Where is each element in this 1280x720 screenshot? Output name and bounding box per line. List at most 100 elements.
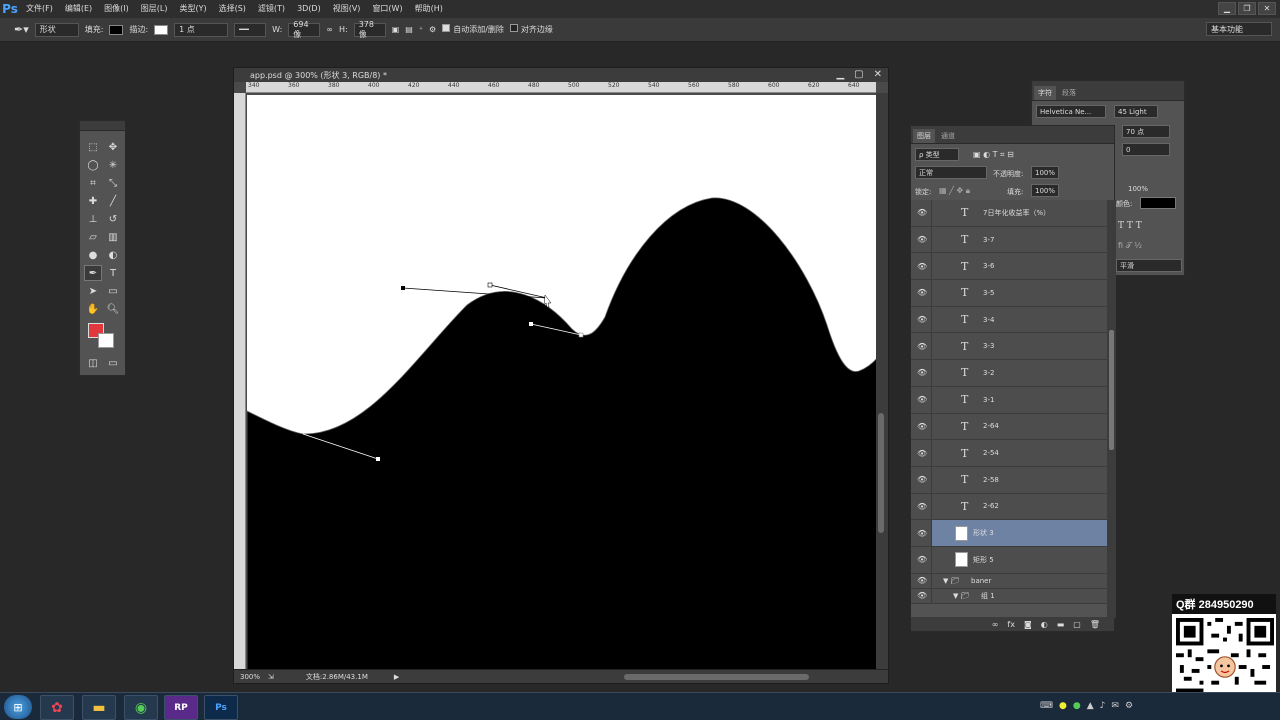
- stroke-type-select[interactable]: ━━: [234, 22, 267, 37]
- quick-mask-icon[interactable]: ◫: [84, 355, 102, 371]
- shape-path-drawing[interactable]: [247, 95, 878, 670]
- eye-icon[interactable]: 👁︎: [917, 342, 927, 351]
- tray-app-icon[interactable]: ⚙: [1125, 701, 1133, 711]
- menu-select[interactable]: 选择(S): [213, 0, 252, 18]
- browser-icon[interactable]: ◉: [124, 695, 158, 720]
- canvas[interactable]: [247, 95, 878, 670]
- menu-filter[interactable]: 滤镜(T): [252, 0, 291, 18]
- path-alignment-icon[interactable]: ▤: [405, 25, 413, 34]
- marquee-tool-icon[interactable]: ⬚: [84, 139, 102, 155]
- tab-paragraph[interactable]: 段落: [1058, 86, 1080, 100]
- start-button-icon[interactable]: ⊞: [4, 695, 32, 719]
- photoshop-taskbar-icon[interactable]: Ps: [204, 695, 238, 720]
- fx-icon[interactable]: fx: [1007, 620, 1015, 629]
- group-expand-icon[interactable]: ▼ 📁︎: [943, 577, 960, 585]
- zoom-level[interactable]: 300%: [240, 673, 260, 681]
- eye-icon[interactable]: 👁︎: [917, 262, 927, 271]
- scroll-thumb[interactable]: [1109, 330, 1114, 450]
- leading-field[interactable]: 70 点: [1122, 125, 1170, 138]
- file-explorer-icon[interactable]: ▬: [82, 695, 116, 720]
- dodge-tool-icon[interactable]: ◐: [104, 247, 122, 263]
- lasso-tool-icon[interactable]: ◯: [84, 157, 102, 173]
- tab-channels[interactable]: 通道: [937, 129, 959, 143]
- background-color-swatch[interactable]: [98, 333, 114, 348]
- workspace-select[interactable]: 基本功能: [1206, 22, 1272, 36]
- eye-icon[interactable]: 👁︎: [917, 315, 927, 324]
- menu-help[interactable]: 帮助(H): [409, 0, 449, 18]
- layer-group-row[interactable]: 👁︎ ▼ 📁︎ 组 1: [911, 588, 1107, 604]
- layer-row[interactable]: 👁︎ T 3-3: [911, 333, 1107, 361]
- scroll-thumb[interactable]: [878, 413, 884, 533]
- layer-row[interactable]: 👁︎ T 7日年化收益率（%）: [911, 200, 1107, 227]
- layer-row[interactable]: 👁︎ 矩形 5: [911, 546, 1107, 574]
- hand-tool-icon[interactable]: ✋: [84, 301, 102, 317]
- screen-mode-icon[interactable]: ▭: [104, 355, 122, 371]
- layer-filter-icons[interactable]: ▣ ◐ T ⌗ ⊟: [973, 150, 1014, 160]
- layer-row[interactable]: 👁︎ T 3-5: [911, 280, 1107, 307]
- eye-icon[interactable]: 👁︎: [917, 422, 927, 431]
- blend-mode-select[interactable]: 正常: [915, 166, 987, 179]
- zoom-tool-icon[interactable]: 🔍︎: [104, 301, 122, 317]
- horizontal-scale[interactable]: 100%: [1128, 185, 1148, 193]
- layer-row[interactable]: 👁︎ T 2-58: [911, 466, 1107, 494]
- doc-minimize-icon[interactable]: ▁: [836, 69, 844, 80]
- menu-window[interactable]: 窗口(W): [366, 0, 408, 18]
- eyedropper-icon[interactable]: ⤡: [104, 175, 122, 191]
- rectangle-tool-icon[interactable]: ▭: [104, 283, 122, 299]
- stroke-width-field[interactable]: 1 点: [174, 22, 229, 37]
- layer-row-selected[interactable]: 👁︎ 形状 3: [911, 520, 1107, 547]
- network-icon[interactable]: ▲: [1087, 701, 1094, 711]
- type-tool-icon[interactable]: T: [104, 265, 122, 281]
- layer-row[interactable]: 👁︎ T 2-54: [911, 440, 1107, 467]
- fill-field[interactable]: 100%: [1031, 184, 1059, 197]
- doc-close-icon[interactable]: ✕: [874, 69, 882, 80]
- doc-maximize-icon[interactable]: ▢: [854, 69, 863, 80]
- antialias-select[interactable]: 平滑: [1116, 259, 1182, 272]
- gradient-tool-icon[interactable]: ▥: [104, 229, 122, 245]
- font-style-select[interactable]: 45 Light: [1114, 105, 1158, 118]
- fill-swatch[interactable]: [109, 24, 124, 35]
- eye-icon[interactable]: 👁︎: [917, 576, 927, 585]
- layer-row[interactable]: 👁︎ T 3-4: [911, 306, 1107, 334]
- layer-filter-select[interactable]: ρ 类型: [915, 148, 959, 161]
- eye-icon[interactable]: 👁︎: [917, 288, 927, 297]
- layer-row[interactable]: 👁︎ T 3-2: [911, 360, 1107, 387]
- menu-file[interactable]: 文件(F): [20, 0, 59, 18]
- tray-app-icon[interactable]: ●: [1059, 701, 1067, 711]
- eye-icon[interactable]: 👁︎: [917, 368, 927, 377]
- layer-group-row[interactable]: 👁︎ ▼ 📁︎ baner: [911, 573, 1107, 589]
- pen-tool-preset-icon[interactable]: ✒▾: [14, 23, 29, 36]
- layer-row[interactable]: 👁︎ T 3-1: [911, 386, 1107, 414]
- menu-layer[interactable]: 图层(L): [135, 0, 174, 18]
- folder-icon[interactable]: ▬: [1057, 620, 1065, 629]
- group-expand-icon[interactable]: ▼ 📁︎: [953, 592, 970, 600]
- restore-icon[interactable]: ❐: [1238, 2, 1256, 15]
- height-field[interactable]: 378 像: [353, 20, 386, 39]
- width-field[interactable]: 694 像: [288, 20, 321, 39]
- eye-icon[interactable]: 👁︎: [917, 395, 927, 404]
- text-color-swatch[interactable]: [1140, 197, 1176, 209]
- toolbox-header[interactable]: [80, 121, 125, 131]
- layer-row[interactable]: 👁︎ T 3-7: [911, 226, 1107, 254]
- layer-row[interactable]: 👁︎ T 2-64: [911, 413, 1107, 441]
- axure-rp-icon[interactable]: RP: [164, 695, 198, 720]
- close-icon[interactable]: ✕: [1258, 2, 1276, 15]
- eye-icon[interactable]: 👁︎: [917, 208, 927, 217]
- layer-row[interactable]: 👁︎ T 2-62: [911, 493, 1107, 521]
- minimize-icon[interactable]: ▁: [1218, 2, 1236, 15]
- history-brush-icon[interactable]: ↺: [104, 211, 122, 227]
- tray-app-icon[interactable]: ✉: [1111, 701, 1119, 711]
- anchor-point[interactable]: [376, 457, 380, 461]
- menu-edit[interactable]: 编辑(E): [59, 0, 98, 18]
- menu-image[interactable]: 图像(I): [98, 0, 135, 18]
- tab-character[interactable]: 字符: [1034, 86, 1056, 100]
- font-family-select[interactable]: Helvetica Ne...: [1036, 105, 1106, 118]
- auto-add-delete-checkbox[interactable]: 自动添加/删除: [442, 24, 504, 35]
- stamp-tool-icon[interactable]: ⊥: [84, 211, 102, 227]
- magic-wand-icon[interactable]: ✳: [104, 157, 122, 173]
- eye-icon[interactable]: 👁︎: [917, 591, 927, 600]
- mode-select[interactable]: 形状: [34, 22, 79, 37]
- eye-icon[interactable]: 👁︎: [917, 475, 927, 484]
- path-arrangement-icon[interactable]: ⁺: [419, 25, 423, 34]
- anchor-point[interactable]: [487, 282, 493, 288]
